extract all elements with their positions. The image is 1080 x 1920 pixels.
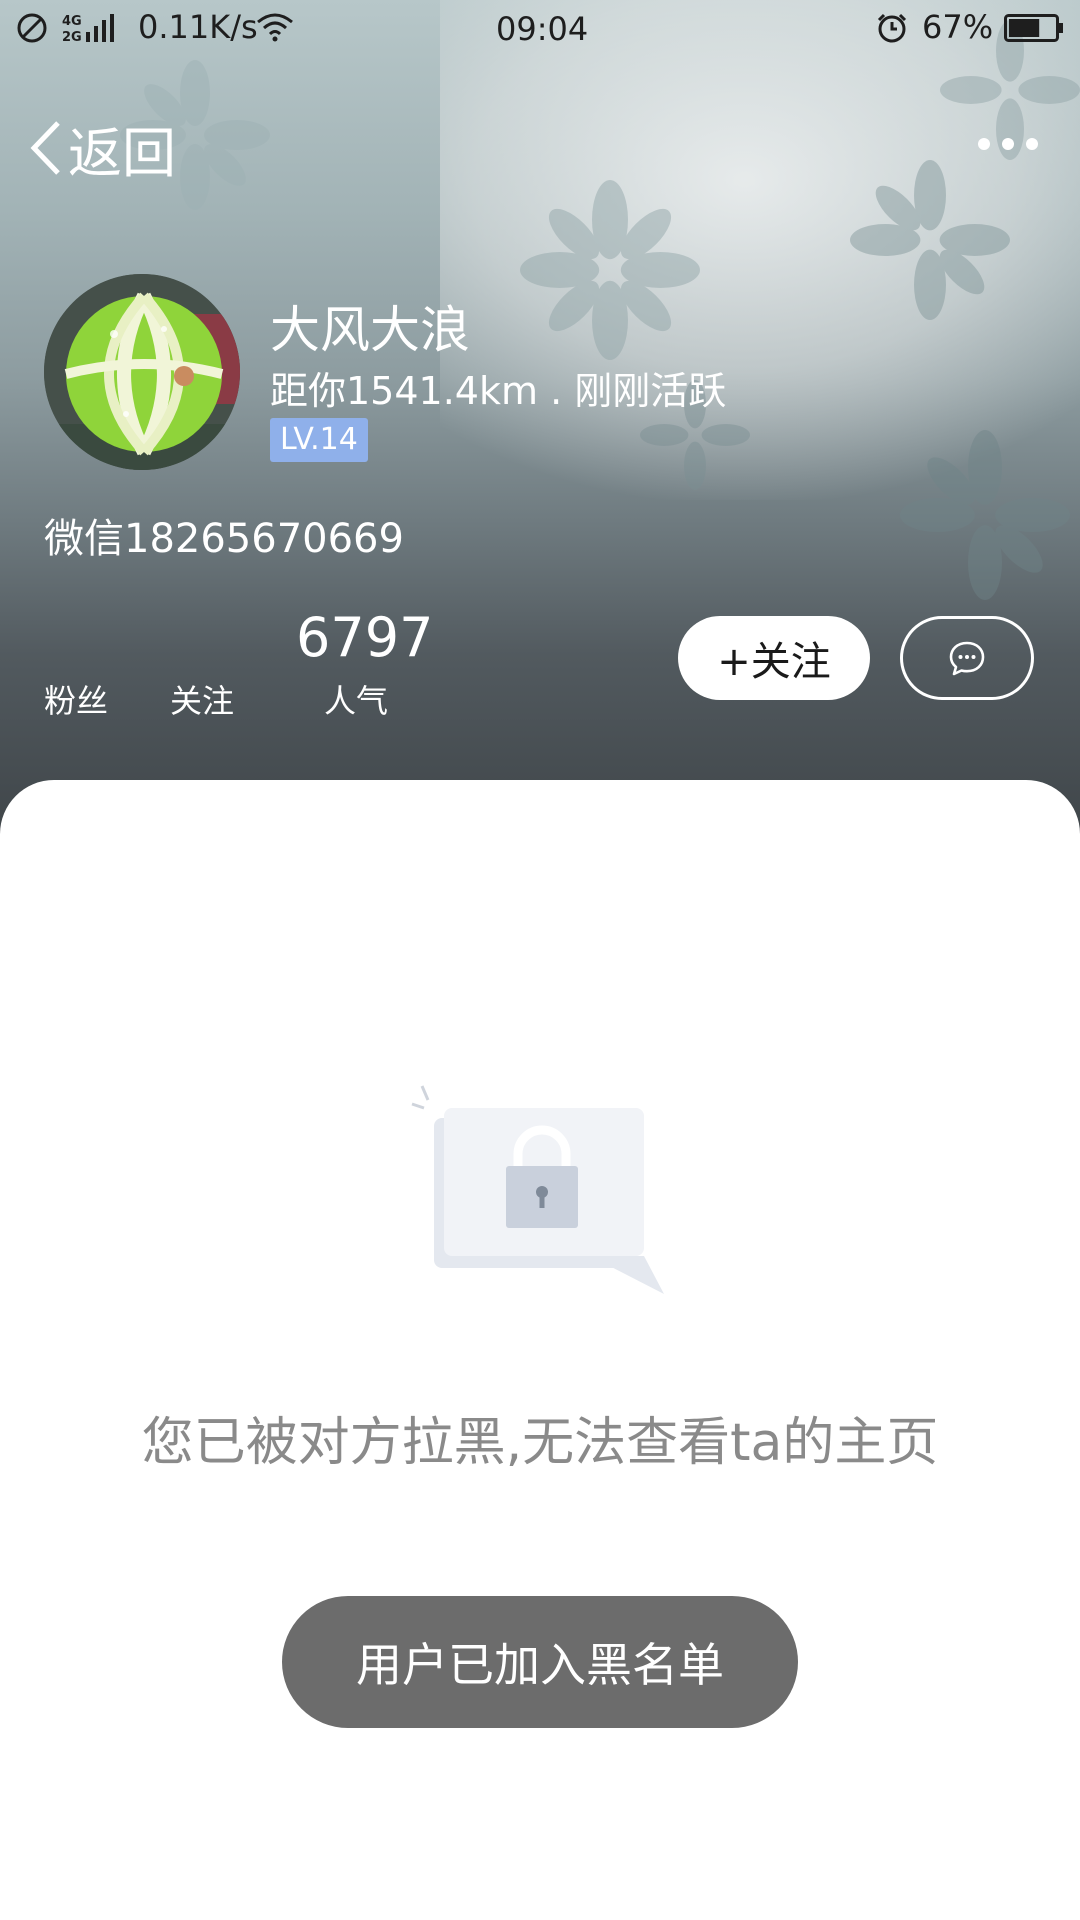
- follow-button[interactable]: +关注: [678, 616, 870, 700]
- wechat-id: 微信18265670669: [44, 516, 404, 562]
- blocked-message: 您已被对方拉黑,无法查看ta的主页: [141, 1413, 939, 1473]
- lock-icon: [411, 1085, 664, 1294]
- more-dot: [1026, 138, 1038, 150]
- avatar[interactable]: [44, 274, 240, 470]
- more-dot: [978, 138, 990, 150]
- following-stat[interactable]: 关注: [170, 676, 234, 722]
- profile-header: 4G 2G 0.11K/s 09:04 67% 返回 大风大浪 距你1541.4…: [0, 0, 1080, 840]
- do-not-disturb-icon: [17, 13, 47, 43]
- wifi-icon: [257, 13, 293, 42]
- back-button[interactable]: 返回: [28, 112, 176, 185]
- battery-icon: [1004, 14, 1063, 42]
- chat-bubble-icon: [949, 641, 985, 676]
- distance-activity: 距你1541.4km . 刚刚活跃: [270, 369, 727, 413]
- more-icon[interactable]: [978, 124, 1038, 164]
- melon-photo: [44, 274, 240, 470]
- user-name: 大风大浪: [270, 301, 470, 359]
- popularity-label: 人气: [324, 682, 389, 720]
- svg-text:2G: 2G: [62, 30, 82, 44]
- blacklisted-button[interactable]: 用户已加入黑名单: [282, 1596, 798, 1728]
- chevron-left-icon: [30, 121, 60, 175]
- clock: 09:04: [496, 10, 589, 48]
- flower-decoration: [900, 430, 1070, 600]
- svg-text:4G: 4G: [62, 14, 82, 29]
- more-dot: [1002, 138, 1014, 150]
- message-button[interactable]: [900, 616, 1034, 700]
- alarm-icon: [877, 13, 907, 43]
- level-badge: LV.14: [270, 418, 368, 462]
- blocked-content-card: 您已被对方拉黑,无法查看ta的主页 用户已加入黑名单: [0, 780, 1080, 1920]
- popularity-value: 6797: [296, 606, 434, 669]
- flower-decoration: [850, 160, 1010, 320]
- fans-stat[interactable]: 粉丝: [44, 676, 108, 722]
- signal-icon: 4G 2G: [62, 14, 114, 44]
- status-bar: 4G 2G 0.11K/s 09:04 67%: [0, 0, 1080, 56]
- flower-decoration: [520, 180, 700, 360]
- back-label: 返回: [68, 121, 176, 185]
- battery-percent: 67%: [922, 8, 994, 46]
- network-speed: 0.11K/s: [138, 8, 258, 46]
